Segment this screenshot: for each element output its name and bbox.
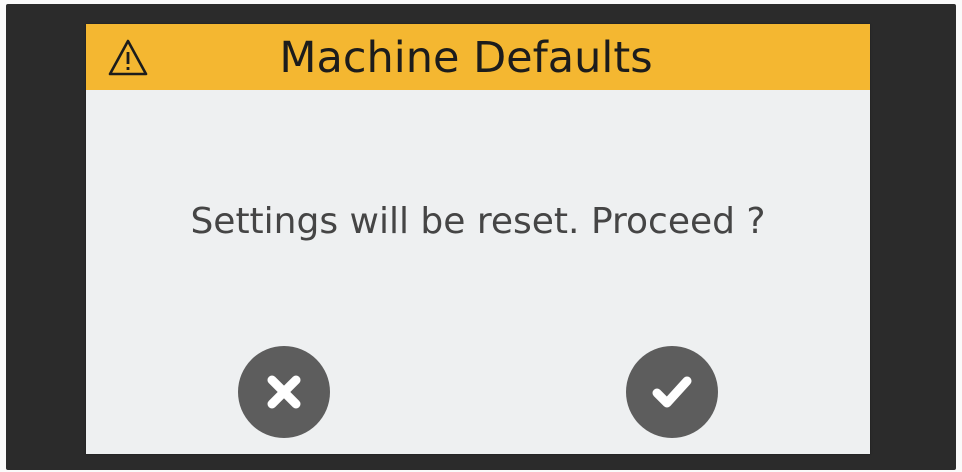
cancel-button[interactable]	[238, 346, 330, 438]
dialog-title: Machine Defaults	[279, 33, 653, 83]
confirm-button[interactable]	[626, 346, 718, 438]
device-screen: Machine Defaults Settings will be reset.…	[0, 0, 962, 472]
dialog-header: Machine Defaults	[86, 24, 870, 90]
machine-defaults-dialog: Machine Defaults Settings will be reset.…	[86, 24, 870, 454]
close-icon	[267, 375, 301, 409]
warning-icon	[106, 36, 150, 80]
dialog-message: Settings will be reset. Proceed ?	[190, 201, 766, 242]
check-icon	[652, 376, 692, 408]
